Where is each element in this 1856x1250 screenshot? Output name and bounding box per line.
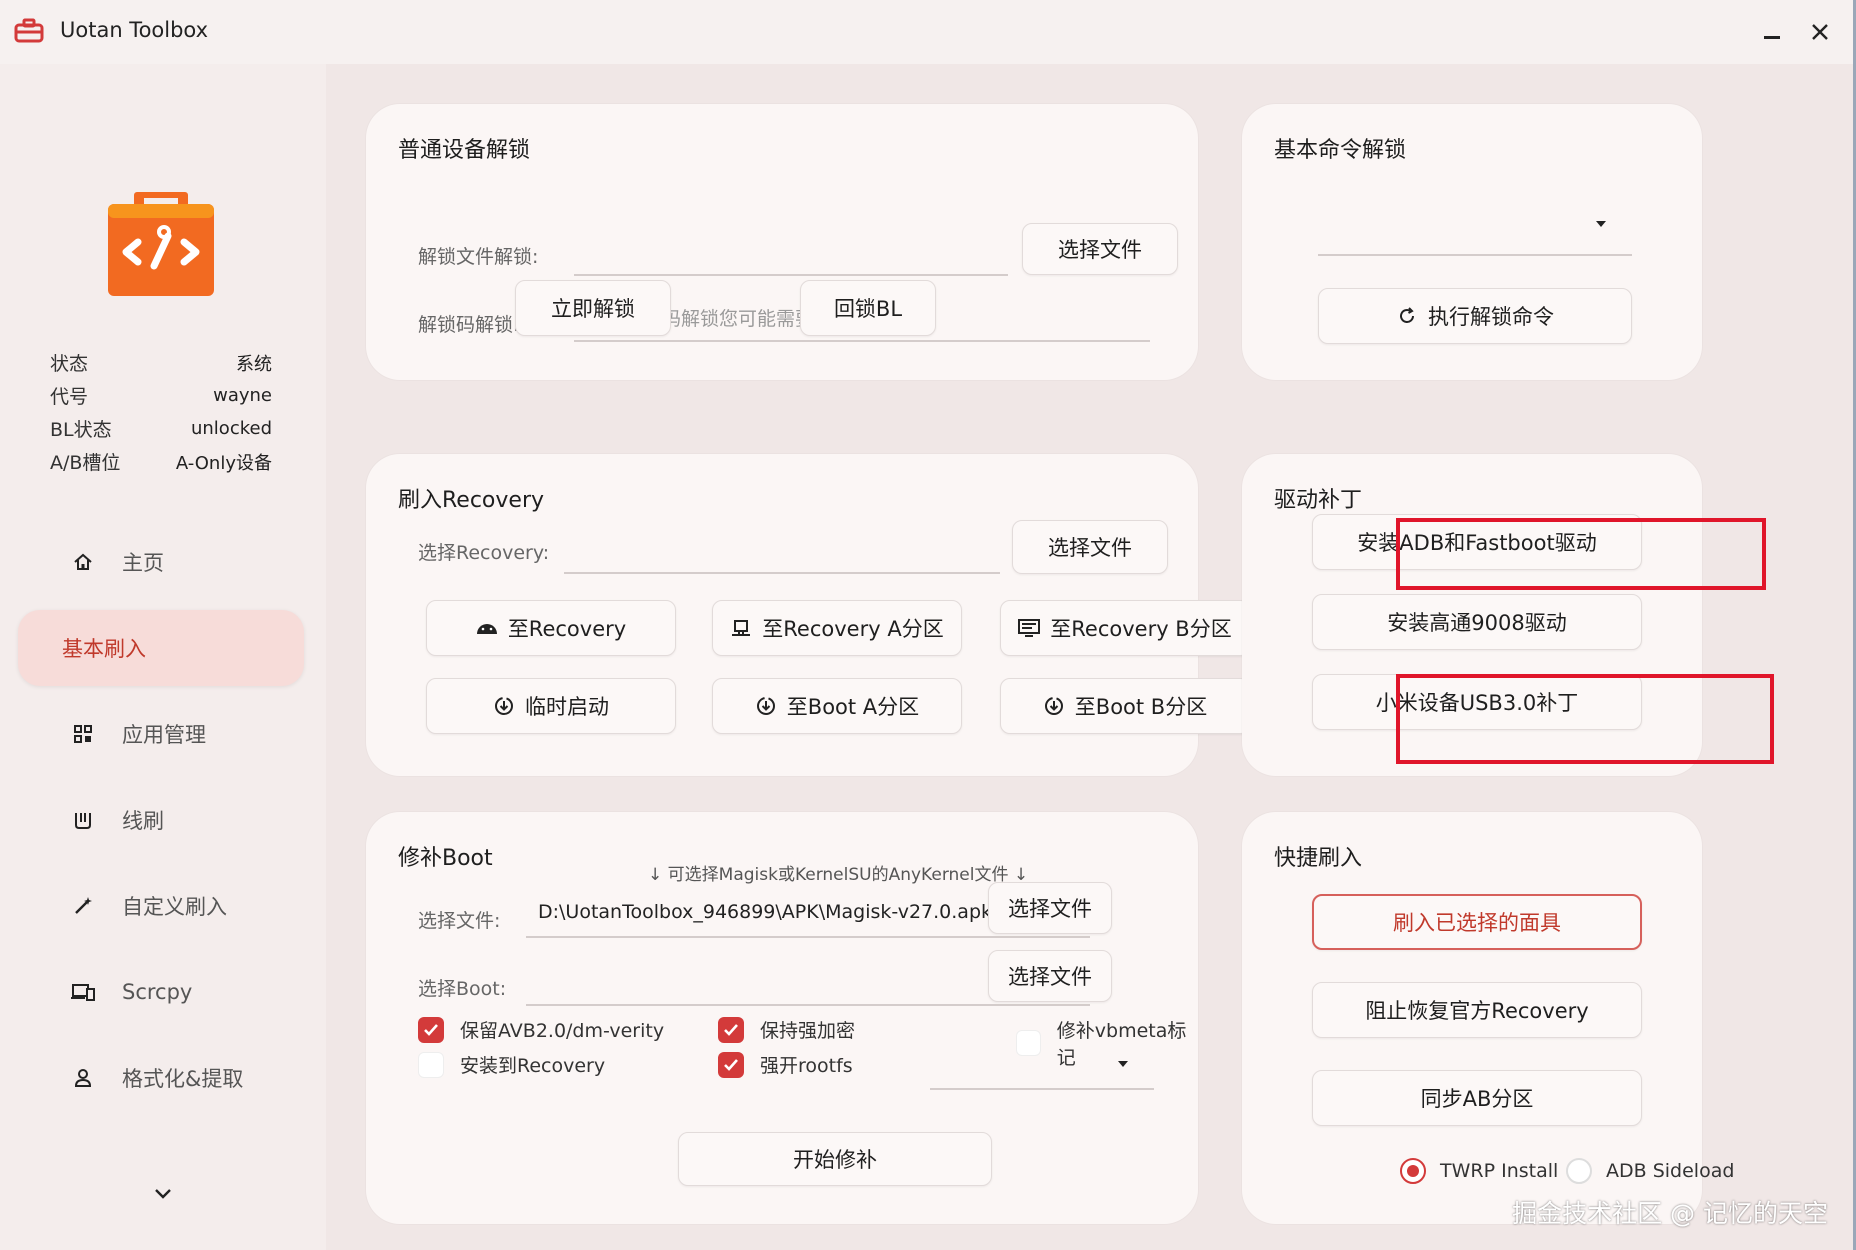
dropdown-caret-icon [1596,221,1606,227]
temp-boot-button[interactable]: 临时启动 [426,678,676,734]
option-install-recovery-checkbox[interactable]: 安装到Recovery [418,1051,605,1078]
refresh-icon [1396,305,1418,327]
download-circle-icon [755,695,777,717]
option-keep-encryption-checkbox[interactable]: 保持强加密 [718,1016,855,1043]
download-circle-icon [493,695,515,717]
unlock-command-select[interactable] [1318,196,1632,256]
minimize-icon [1764,35,1780,39]
radio-adb-sideload[interactable]: ADB Sideload [1566,1158,1734,1184]
unlock-title: 普通设备解锁 [398,138,531,163]
unlock-file-label: 解锁文件解锁: [418,246,539,268]
sidebar-expand-button[interactable] [148,1182,178,1206]
option-keep-avb-checkbox[interactable]: 保留AVB2.0/dm-verity [418,1016,664,1043]
command-unlock-title: 基本命令解锁 [1274,138,1407,163]
sidebar-item-home[interactable]: 主页 [18,524,304,600]
command-unlock-card: 基本命令解锁 执行解锁命令 [1242,104,1702,380]
sync-ab-partition-button[interactable]: 同步AB分区 [1312,1070,1642,1126]
toolbox-icon [14,18,44,44]
recovery-file-input[interactable] [564,526,1000,574]
relock-bl-button[interactable]: 回锁BL [800,280,936,336]
sidebar-item-format-extract[interactable]: 格式化&提取 [18,1040,304,1116]
close-button[interactable] [1800,14,1840,50]
flash-to-boot-b-button[interactable]: 至Boot B分区 [1000,678,1250,734]
flash-selected-magisk-button[interactable]: 刷入已选择的面具 [1312,894,1642,950]
flash-to-recovery-button[interactable]: 至Recovery [426,600,676,656]
apps-grid-icon [70,721,96,747]
radio-twrp-install[interactable]: TWRP Install [1400,1158,1558,1184]
sidebar: 状态 系统 代号 wayne BL状态 unlocked A/B槽位 A-Onl… [0,64,326,1250]
install-adb-fastboot-driver-button[interactable]: 安装ADB和Fastboot驱动 [1312,514,1642,570]
unlock-file-input[interactable] [574,230,1008,276]
patch-select-file-button[interactable]: 选择文件 [988,882,1112,934]
driver-title: 驱动补丁 [1274,488,1363,513]
recovery-select-file-button[interactable]: 选择文件 [1012,520,1168,574]
sidebar-item-basic-flash[interactable]: 基本刷入 [18,610,304,686]
flash-to-recovery-b-button[interactable]: 至Recovery B分区 [1000,600,1250,656]
devices-icon [70,979,96,1005]
watermark: 掘金技术社区 @ 记忆的天空 [1512,1199,1828,1228]
start-patch-button[interactable]: 开始修补 [678,1132,992,1186]
patch-select-boot-button[interactable]: 选择文件 [988,950,1112,1002]
radio-unselected-icon [1566,1158,1592,1184]
patch-boot-hint: ↓ 可选择Magisk或KernelSU的AnyKernel文件 ↓ [648,865,1029,885]
block-official-recovery-button[interactable]: 阻止恢复官方Recovery [1312,982,1642,1038]
patch-boot-title: 修补Boot [398,846,493,871]
sidebar-item-line-flash[interactable]: 线刷 [18,782,304,858]
unlock-select-file-button[interactable]: 选择文件 [1022,223,1178,275]
chevron-down-icon [155,1189,171,1199]
checkbox-unchecked-icon [418,1051,444,1078]
recovery-file-label: 选择Recovery: [418,542,550,564]
user-extract-icon [70,1065,96,1091]
magic-wand-icon [70,893,96,919]
patch-file-label: 选择文件: [418,910,501,932]
dropdown-caret-icon [1118,1061,1128,1067]
recovery-title: 刷入Recovery [398,488,545,513]
sidebar-item-custom-flash[interactable]: 自定义刷入 [18,868,304,944]
xiaomi-usb3-patch-button[interactable]: 小米设备USB3.0补丁 [1312,674,1642,730]
monitor-icon [1018,617,1041,639]
execute-unlock-command-button[interactable]: 执行解锁命令 [1318,288,1632,344]
device-status-table: 状态 系统 代号 wayne BL状态 unlocked A/B槽位 A-Onl… [50,346,272,478]
quick-flash-title: 快捷刷入 [1274,846,1363,871]
unlock-now-button[interactable]: 立即解锁 [515,280,671,336]
laptop-icon [730,617,752,639]
status-row-state: 状态 系统 [50,353,272,375]
patch-boot-label: 选择Boot: [418,978,507,1000]
download-circle-icon [1043,695,1065,717]
checkbox-checked-icon [718,1016,744,1043]
patch-arch-select[interactable] [930,1042,1154,1090]
app-logo [108,192,214,296]
patch-boot-card: 修补Boot ↓ 可选择Magisk或KernelSU的AnyKernel文件 … [366,812,1198,1224]
minimize-button[interactable] [1752,14,1792,50]
flash-to-boot-a-button[interactable]: 至Boot A分区 [712,678,962,734]
option-force-rootfs-checkbox[interactable]: 强开rootfs [718,1051,853,1078]
close-icon [1812,24,1828,40]
flash-to-recovery-a-button[interactable]: 至Recovery A分区 [712,600,962,656]
install-qualcomm-9008-driver-button[interactable]: 安装高通9008驱动 [1312,594,1642,650]
status-row-bl: BL状态 unlocked [50,418,272,441]
title-bar: Uotan Toolbox [0,0,1856,64]
status-row-ab-slot: A/B槽位 A-Only设备 [50,452,272,474]
driver-card: 驱动补丁 安装ADB和Fastboot驱动 安装高通9008驱动 小米设备USB… [1242,454,1702,776]
status-row-codename: 代号 wayne [50,385,272,408]
checkbox-checked-icon [718,1051,744,1078]
radio-selected-icon [1400,1158,1426,1184]
window-title: Uotan Toolbox [60,18,209,42]
home-icon [70,549,96,575]
unlock-code-label: 解锁码解锁: [418,314,520,336]
android-icon [476,617,498,639]
recovery-card: 刷入Recovery 选择Recovery: 选择文件 至Recovery 至R… [366,454,1250,776]
checkbox-checked-icon [418,1016,444,1043]
main-content: 普通设备解锁 解锁文件解锁: 选择文件 解锁码解锁: 立即解锁 回锁BL 基本命… [326,64,1853,1250]
unlock-card: 普通设备解锁 解锁文件解锁: 选择文件 解锁码解锁: [366,104,1198,380]
sidebar-item-app-manager[interactable]: 应用管理 [18,696,304,772]
flash-line-icon [70,807,96,833]
sidebar-item-scrcpy[interactable]: Scrcpy [18,954,304,1030]
